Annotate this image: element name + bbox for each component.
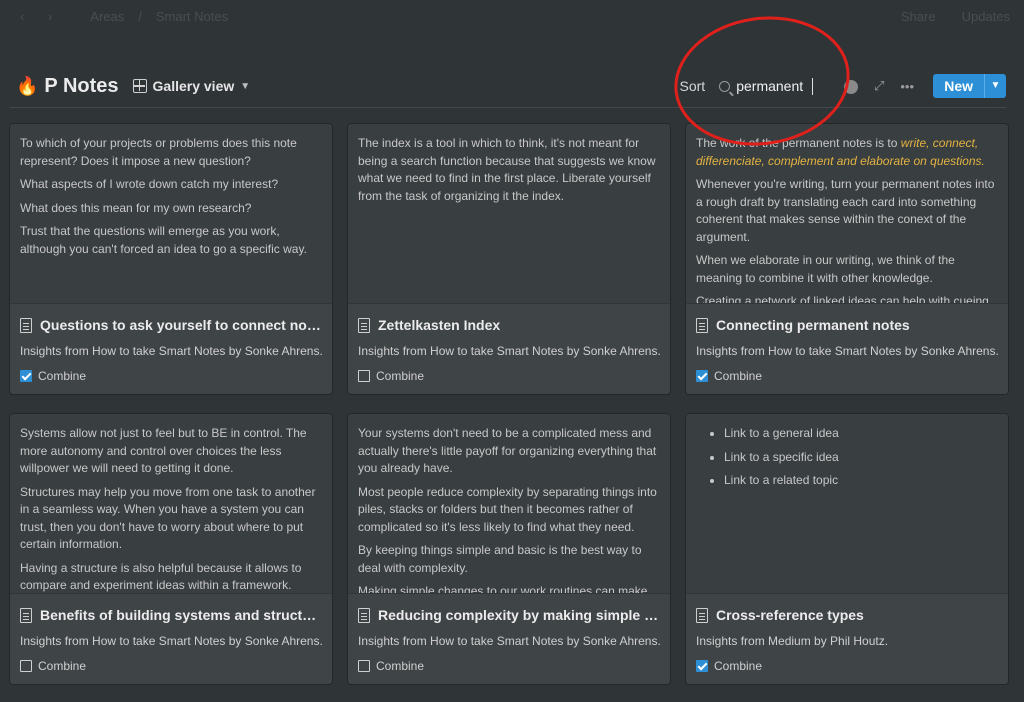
combine-label: Combine [714, 659, 763, 673]
page-icon [696, 607, 708, 623]
preview-text: Your systems don't need to be a complica… [358, 426, 657, 475]
new-dropdown-chevron-icon[interactable]: ▼ [984, 74, 1006, 98]
gallery-card[interactable]: Link to a general idea Link to a specifi… [686, 414, 1008, 684]
combine-property: Combine [20, 369, 322, 383]
combine-property: Combine [358, 369, 660, 383]
combine-label: Combine [376, 369, 425, 383]
preview-text: When we elaborate in our writing, we thi… [696, 253, 955, 285]
share-button[interactable]: Share [901, 9, 936, 24]
card-preview: Your systems don't need to be a complica… [348, 414, 670, 594]
gallery-card[interactable]: Your systems don't need to be a complica… [348, 414, 670, 684]
card-title: Zettelkasten Index [358, 315, 660, 335]
card-source: Insights from How to take Smart Notes by… [358, 634, 661, 648]
card-preview: To which of your projects or problems do… [10, 124, 332, 304]
new-button[interactable]: New [933, 74, 984, 98]
combine-checkbox[interactable] [696, 660, 708, 672]
combine-checkbox[interactable] [20, 370, 32, 382]
gallery-card[interactable]: Systems allow not just to feel but to BE… [10, 414, 332, 684]
view-switcher[interactable]: Gallery view ▼ [132, 78, 251, 94]
card-title: Cross-reference types [696, 605, 998, 625]
gallery-card[interactable]: To which of your projects or problems do… [10, 124, 332, 394]
combine-checkbox[interactable] [358, 370, 370, 382]
breadcrumb-separator: / [138, 8, 142, 24]
preview-text: The work of the permanent notes is to wr… [696, 135, 998, 170]
globe-icon[interactable] [837, 78, 865, 94]
page-icon [358, 317, 370, 333]
view-label: Gallery view [152, 78, 235, 94]
combine-label: Combine [376, 659, 425, 673]
page-icon [696, 317, 708, 333]
search-input[interactable] [736, 78, 817, 94]
combine-checkbox[interactable] [358, 660, 370, 672]
bullet-item: Link to a related topic [710, 472, 998, 490]
expand-icon[interactable]: ⤢ [865, 78, 893, 94]
preview-text: Having a structure is also helpful becau… [20, 560, 302, 593]
search-icon [719, 80, 731, 92]
combine-checkbox[interactable] [696, 370, 708, 382]
combine-property: Combine [696, 369, 998, 383]
card-title: Reducing complexity by making simple sys… [358, 605, 660, 625]
card-preview: The work of the permanent notes is to wr… [686, 124, 1008, 304]
card-source: Insights from How to take Smart Notes by… [696, 344, 999, 358]
preview-text: The index is a tool in which to think, i… [358, 136, 656, 203]
card-preview: Systems allow not just to feel but to BE… [10, 414, 332, 594]
card-preview: The index is a tool in which to think, i… [348, 124, 670, 304]
preview-text: To which of your projects or problems do… [20, 136, 297, 168]
preview-text: Whenever you're writing, turn your perma… [696, 177, 995, 244]
combine-property: Combine [358, 659, 660, 673]
breadcrumb-areas[interactable]: Areas [90, 9, 124, 24]
page-header: 🔥 P Notes Gallery view ▼ Sort ⤢ ••• New … [0, 64, 1024, 108]
search-box[interactable] [719, 77, 837, 95]
header-divider [10, 107, 1006, 108]
card-source: Insights from Medium by Phil Houtz. [696, 634, 889, 648]
preview-text: Systems allow not just to feel but to BE… [20, 426, 307, 475]
preview-text: Structures may help you move from one ta… [20, 484, 316, 552]
preview-text-intro: The work of the permanent notes is to [696, 136, 901, 150]
sort-button[interactable]: Sort [680, 78, 706, 94]
card-source: Insights from How to take Smart Notes by… [358, 344, 661, 358]
updates-button[interactable]: Updates [962, 9, 1010, 24]
preview-bullet-list: Link to a general idea Link to a specifi… [696, 425, 998, 490]
breadcrumb-smart-notes[interactable]: Smart Notes [156, 9, 228, 24]
gallery-card[interactable]: The work of the permanent notes is to wr… [686, 124, 1008, 394]
combine-label: Combine [714, 369, 763, 383]
card-title: Connecting permanent notes [696, 315, 998, 335]
flame-icon[interactable]: 🔥 [16, 76, 38, 97]
preview-text: Most people reduce complexity by separat… [358, 484, 657, 534]
preview-text: Trust that the questions will emerge as … [20, 224, 307, 256]
combine-label: Combine [38, 369, 87, 383]
page-icon [20, 317, 32, 333]
page-icon [20, 607, 32, 623]
gallery-grid-icon [132, 79, 147, 93]
preview-text: Creating a network of linked ideas can h… [696, 294, 989, 304]
top-bar: ‹ › Areas / Smart Notes Share Updates [0, 0, 1024, 32]
card-preview: Link to a general idea Link to a specifi… [686, 414, 1008, 594]
gallery-grid: To which of your projects or problems do… [10, 124, 1008, 684]
page-title[interactable]: P Notes [44, 75, 118, 98]
card-source: Insights from How to take Smart Notes by… [20, 634, 323, 648]
bullet-item: Link to a specific idea [710, 449, 998, 467]
combine-property: Combine [20, 659, 322, 673]
card-title: Benefits of building systems and structu… [20, 605, 322, 625]
new-button-group: New ▼ [933, 74, 1006, 98]
bullet-item: Link to a general idea [710, 425, 998, 443]
more-options-icon[interactable]: ••• [893, 79, 921, 94]
preview-text: Making simple changes to our work routin… [358, 584, 648, 594]
combine-checkbox[interactable] [20, 660, 32, 672]
gallery-card[interactable]: The index is a tool in which to think, i… [348, 124, 670, 394]
back-forward-arrows[interactable]: ‹ › [20, 9, 62, 24]
preview-text: By keeping things simple and basic is th… [358, 543, 642, 575]
preview-text: What does this mean for my own research? [20, 200, 252, 215]
chevron-down-icon: ▼ [240, 80, 251, 92]
preview-text: What aspects of I wrote down catch my in… [20, 177, 279, 191]
card-source: Insights from How to take Smart Notes by… [20, 344, 323, 358]
combine-property: Combine [696, 659, 998, 673]
combine-label: Combine [38, 659, 87, 673]
card-title: Questions to ask yourself to connect not… [20, 315, 322, 335]
breadcrumb: Areas / Smart Notes [90, 9, 228, 24]
page-icon [358, 607, 370, 623]
text-cursor [812, 77, 814, 95]
